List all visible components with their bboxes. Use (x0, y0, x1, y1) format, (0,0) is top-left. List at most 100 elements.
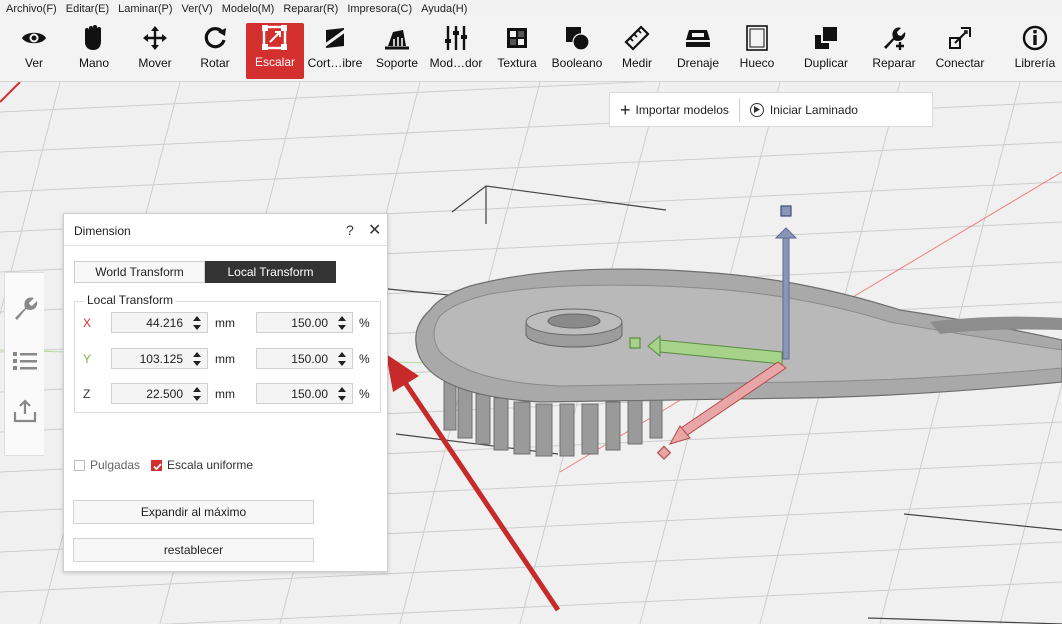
menu-reparar[interactable]: Reparar(R) (283, 3, 338, 15)
side-panel (4, 272, 44, 456)
axis-x-label: X (83, 316, 92, 330)
tool-mano-button[interactable]: Mano (72, 24, 116, 77)
spin-arrows-icon[interactable] (190, 351, 204, 367)
spin-arrows-icon[interactable] (190, 315, 204, 331)
size-x-input[interactable]: 44.216 (111, 312, 208, 333)
tab-local-transform[interactable]: Local Transform (205, 261, 336, 283)
connect-icon (930, 24, 990, 52)
tool-mover-button[interactable]: Mover (132, 24, 178, 77)
scale-x-input[interactable]: 150.00 (256, 312, 353, 333)
tab-world-transform[interactable]: World Transform (74, 261, 205, 283)
play-icon (749, 102, 764, 117)
spin-arrows-icon[interactable] (335, 386, 349, 402)
size-z-value: 22.500 (146, 386, 183, 401)
scale-y-unit: % (359, 352, 370, 366)
tool-duplicar-button[interactable]: Duplicar (798, 24, 854, 77)
inches-label: Pulgadas (90, 458, 141, 472)
tool-label: Mano (78, 56, 110, 70)
menu-impresora[interactable]: Impresora(C) (347, 3, 412, 15)
tool-label: Hueco (739, 56, 775, 70)
import-bar: + Importar modelos Iniciar Laminado (609, 92, 933, 127)
list-icon[interactable] (11, 347, 39, 375)
rotate-icon (192, 24, 238, 52)
wrench-icon[interactable] (11, 295, 39, 323)
tool-drenaje-button[interactable]: Drenaje (672, 24, 724, 77)
menu-ver[interactable]: Ver(V) (182, 3, 213, 15)
scale-y-input[interactable]: 150.00 (256, 348, 353, 369)
size-x-unit: mm (215, 316, 235, 330)
tool-label: Soporte (375, 56, 419, 70)
ruler-icon (614, 24, 660, 52)
tool-label: Librería (1014, 56, 1056, 70)
help-button[interactable]: ? (346, 222, 354, 238)
plus-icon: + (620, 99, 631, 120)
tool-ver-button[interactable]: Ver (12, 24, 56, 77)
inches-checkbox[interactable] (74, 460, 85, 471)
tool-label: Reparar (872, 56, 916, 70)
export-icon[interactable] (11, 397, 39, 425)
tool-modificador-button[interactable]: Mod…dor (426, 24, 486, 77)
tool-label: Booleano (551, 56, 603, 70)
axis-y-label: Y (83, 352, 92, 366)
menu-ayuda[interactable]: Ayuda(H) (421, 3, 467, 15)
scale-icon (246, 23, 304, 51)
texture-icon (492, 24, 542, 52)
duplicate-icon (798, 24, 854, 52)
menu-editar[interactable]: Editar(E) (66, 3, 109, 15)
tool-conectar-button[interactable]: Conectar (930, 24, 990, 77)
menu-laminar[interactable]: Laminar(P) (118, 3, 172, 15)
close-icon[interactable]: ✕ (368, 220, 381, 240)
tool-soporte-button[interactable]: Soporte (372, 24, 422, 77)
spin-arrows-icon[interactable] (335, 315, 349, 331)
eye-icon (12, 24, 56, 52)
dialog-divider (64, 245, 387, 246)
support-icon (372, 24, 422, 52)
scale-y-value: 150.00 (291, 351, 328, 366)
cut-icon (306, 24, 364, 52)
scale-x-unit: % (359, 316, 370, 330)
size-z-unit: mm (215, 387, 235, 401)
size-y-unit: mm (215, 352, 235, 366)
scale-x-value: 150.00 (291, 315, 328, 330)
tool-label: Mover (138, 56, 172, 70)
tool-label: Textura (497, 56, 537, 70)
check-icon (153, 463, 162, 471)
start-slicing-label: Iniciar Laminado (769, 102, 858, 117)
spin-arrows-icon[interactable] (190, 386, 204, 402)
maximize-button[interactable]: Expandir al máximo (73, 500, 314, 524)
size-z-input[interactable]: 22.500 (111, 383, 208, 404)
library-info-icon (1010, 24, 1060, 52)
reset-button[interactable]: restablecer (73, 538, 314, 562)
tool-escalar-button[interactable]: Escalar (246, 23, 304, 79)
tool-libreria-button[interactable]: Librería (1010, 24, 1060, 77)
tool-cortar-button[interactable]: Cort…ibre (306, 24, 364, 77)
start-slicing-button[interactable]: Iniciar Laminado (740, 93, 868, 126)
hand-icon (72, 24, 116, 52)
axis-z-label: Z (83, 387, 91, 401)
import-models-button[interactable]: + Importar modelos (610, 93, 739, 126)
size-y-value: 103.125 (139, 351, 183, 366)
tool-label: Ver (24, 56, 43, 70)
tool-rotar-button[interactable]: Rotar (192, 24, 238, 77)
uniform-scale-checkbox[interactable] (151, 460, 162, 471)
tool-label: Drenaje (676, 56, 720, 70)
tool-booleano-button[interactable]: Booleano (548, 24, 606, 77)
menu-archivo[interactable]: Archivo(F) (6, 3, 57, 15)
tool-textura-button[interactable]: Textura (492, 24, 542, 77)
tool-label: Duplicar (803, 56, 848, 70)
menu-modelo[interactable]: Modelo(M) (222, 3, 275, 15)
size-y-input[interactable]: 103.125 (111, 348, 208, 369)
tool-label: Rotar (200, 56, 230, 70)
uniform-scale-label: Escala uniforme (167, 458, 254, 472)
menu-bar: Archivo(F) Editar(E) Laminar(P) Ver(V) M… (0, 0, 1062, 18)
tool-label: Cort…ibre (307, 56, 363, 70)
size-x-value: 44.216 (146, 315, 183, 330)
tool-reparar-button[interactable]: Reparar (866, 24, 922, 77)
tool-medir-button[interactable]: Medir (614, 24, 660, 77)
tool-hueco-button[interactable]: Hueco (734, 24, 780, 77)
tool-label: Conectar (935, 56, 985, 70)
scale-z-input[interactable]: 150.00 (256, 383, 353, 404)
repair-icon (866, 24, 922, 52)
spin-arrows-icon[interactable] (335, 351, 349, 367)
group-title: Local Transform (84, 293, 177, 307)
